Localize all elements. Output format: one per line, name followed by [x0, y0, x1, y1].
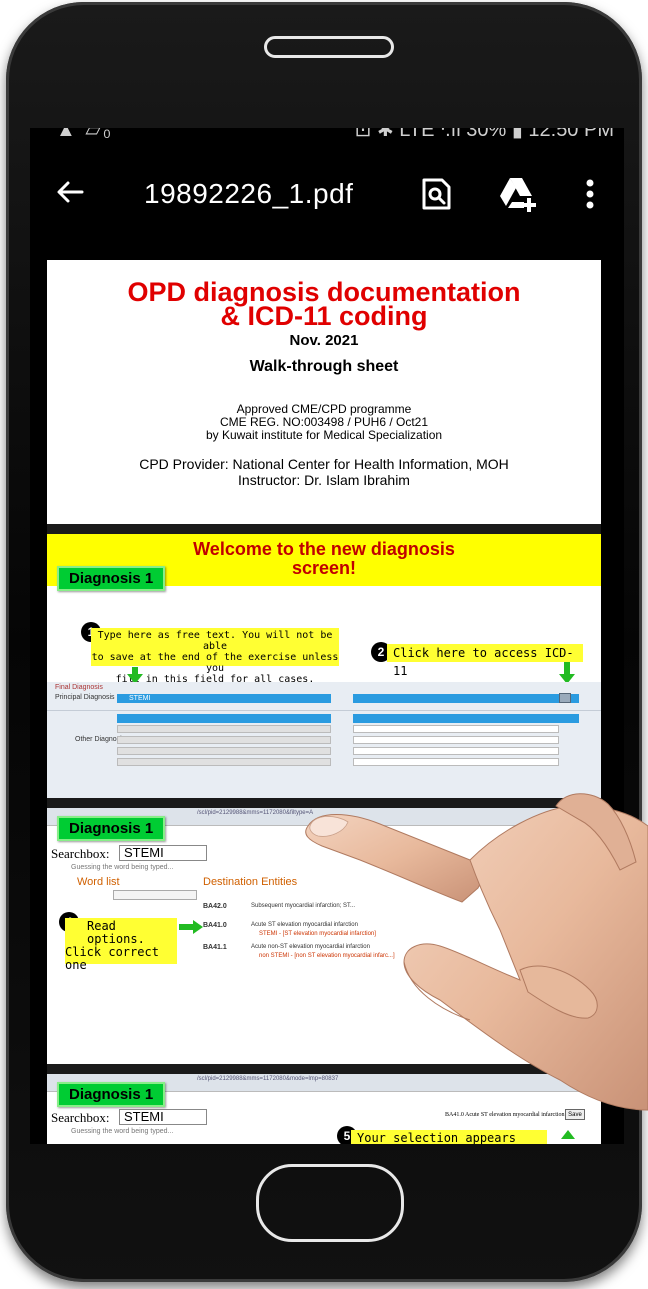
- callout-line: one: [65, 958, 87, 972]
- callout-line: Read options.: [87, 919, 145, 946]
- more-vert-icon[interactable]: [578, 174, 602, 214]
- step5-callout: Your selection appears here.: [351, 1130, 547, 1144]
- browser-url: /scl/pid=2129988&mms=1172080&mode=lmp=80…: [197, 1076, 339, 1082]
- pdf-pages[interactable]: OPD diagnosis documentation & ICD-11 cod…: [47, 260, 601, 1144]
- selection-text: BA41.0 Acute ST elevation myocardial inf…: [445, 1112, 565, 1118]
- searchbox-label: Searchbox:: [51, 1110, 110, 1125]
- callout-line: Type here as free text. You will not be …: [97, 630, 333, 652]
- welcome-title-line1: Welcome to the new diagnosis: [193, 539, 455, 559]
- step2-callout: Click here to access ICD-11: [387, 644, 583, 678]
- step4-callout: Read options. Click correct one: [65, 918, 177, 972]
- back-arrow-icon[interactable]: [52, 174, 88, 210]
- icd11-code-field[interactable]: [353, 694, 579, 703]
- cpd-line: CPD Provider: National Center for Health…: [139, 456, 509, 472]
- other-diagnosis-field[interactable]: [117, 736, 331, 744]
- file-name: 19892226_1.pdf: [144, 178, 354, 209]
- divider: [47, 710, 601, 711]
- home-button[interactable]: [256, 1164, 404, 1242]
- other-code-field[interactable]: [353, 747, 559, 755]
- principal-diagnosis-label: Principal Diagnosis: [55, 694, 115, 701]
- arrow-right-stem: [179, 924, 193, 930]
- code-ba41-0[interactable]: BA41.0: [203, 922, 227, 929]
- arrow-up-icon: [561, 1130, 575, 1139]
- page1-title-line2: & ICD-11 coding: [220, 301, 428, 331]
- pdf-page-2: Welcome to the new diagnosis screen! Dia…: [47, 534, 601, 798]
- guessing-text: Guessing the word being typed...: [71, 1128, 174, 1135]
- entity-text[interactable]: Subsequent myocardial infarction; ST...: [251, 903, 355, 909]
- other-code-header: [353, 714, 579, 723]
- entity-text[interactable]: Acute ST elevation myocardial infarction: [251, 922, 358, 928]
- searchbox-input[interactable]: STEMI: [119, 845, 207, 861]
- status-left-icons: ▲ ▱₀: [56, 128, 114, 141]
- searchbox-label: Searchbox:: [51, 846, 110, 861]
- status-right-info: ⊡ ✱ LTE ᐧ.ıl 30% ▮ 12:50 PM: [354, 128, 614, 141]
- step1-callout: Type here as free text. You will not be …: [91, 628, 339, 685]
- other-diagnosis-header: [117, 714, 331, 723]
- destination-entities-heading: Destination Entities: [203, 876, 298, 888]
- pdf-page-3: /scl/pid=2129988&mms=1172080&filtype=A D…: [47, 808, 601, 1064]
- speaker-grille: [264, 36, 394, 58]
- other-diagnosis-field[interactable]: [117, 747, 331, 755]
- entity-text[interactable]: Acute non-ST elevation myocardial infarc…: [251, 944, 370, 950]
- app-bar: 19892226_1.pdf: [30, 158, 624, 228]
- find-in-page-icon[interactable]: [418, 176, 454, 212]
- page1-cme-info: Approved CME/CPD programme CME REG. NO:0…: [47, 403, 601, 442]
- pdf-page-4: /scl/pid=2129988&mms=1172080&mode=lmp=80…: [47, 1074, 601, 1144]
- word-list-heading: Word list: [77, 876, 120, 888]
- icd11-lookup-icon[interactable]: [559, 693, 571, 703]
- page1-title: OPD diagnosis documentation & ICD-11 cod…: [47, 279, 601, 331]
- pdf-page-1: OPD diagnosis documentation & ICD-11 cod…: [47, 260, 601, 524]
- status-bar: ▲ ▱₀ ⊡ ✱ LTE ᐧ.ıl 30% ▮ 12:50 PM: [30, 128, 624, 148]
- page1-cpd-info: CPD Provider: National Center for Health…: [47, 456, 601, 488]
- other-code-field[interactable]: [353, 758, 559, 766]
- sort-select[interactable]: [113, 890, 197, 900]
- other-code-field[interactable]: [353, 725, 559, 733]
- screen: ▲ ▱₀ ⊡ ✱ LTE ᐧ.ıl 30% ▮ 12:50 PM 1989222…: [30, 128, 624, 1144]
- page1-subtitle: Walk-through sheet: [249, 358, 399, 375]
- code-ba41-1[interactable]: BA41.1: [203, 944, 227, 951]
- code-ba42-0[interactable]: BA42.0: [203, 903, 227, 910]
- cpd-line: Instructor: Dr. Islam Ibrahim: [238, 472, 410, 488]
- guessing-text: Guessing the word being typed...: [71, 864, 174, 871]
- entity-sub[interactable]: non STEMI - [non ST elevation myocardial…: [259, 953, 395, 959]
- other-diagnosis-field[interactable]: [117, 725, 331, 733]
- other-code-field[interactable]: [353, 736, 559, 744]
- cme-line: by Kuwait institute for Medical Speciali…: [205, 428, 443, 442]
- diagnosis-tag: Diagnosis 1: [57, 816, 166, 841]
- callout-line: to save at the end of the exercise unles…: [91, 652, 339, 674]
- add-to-drive-icon[interactable]: [496, 174, 540, 214]
- diagnosis-tag: Diagnosis 1: [57, 566, 166, 591]
- principal-diagnosis-field[interactable]: STEMI: [117, 694, 331, 703]
- page1-date: Nov. 2021: [289, 332, 359, 349]
- entity-sub[interactable]: STEMI - [ST elevation myocardial infarct…: [259, 931, 376, 937]
- save-button[interactable]: Save: [565, 1109, 585, 1120]
- arrow-right-icon: [193, 920, 203, 934]
- browser-url: /scl/pid=2129988&mms=1172080&filtype=A: [197, 810, 314, 816]
- searchbox-input[interactable]: STEMI: [119, 1109, 207, 1125]
- final-diagnosis-label: Final Diagnosis: [55, 684, 103, 691]
- diagnosis-tag: Diagnosis 1: [57, 1082, 166, 1107]
- diagnosis-form: Final Diagnosis Principal Diagnosis STEM…: [47, 682, 601, 798]
- other-diagnosis-field[interactable]: [117, 758, 331, 766]
